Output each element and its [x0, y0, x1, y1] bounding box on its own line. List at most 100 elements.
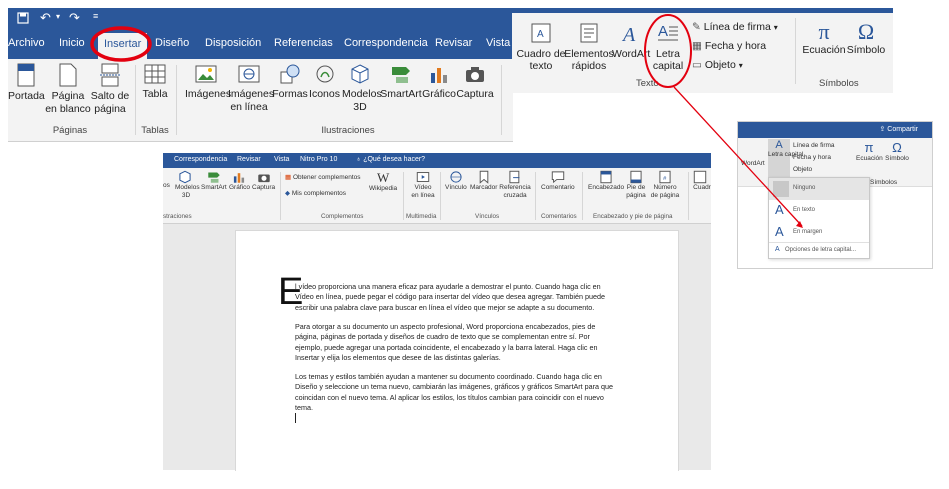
portada-button[interactable]: Portada — [8, 63, 45, 103]
menu-item-label: Ninguno — [793, 185, 816, 191]
linea-de-firma-label[interactable]: Línea de firma — [793, 142, 835, 149]
undo-icon[interactable]: ↶ — [40, 10, 51, 26]
salto-de-pagina-button[interactable]: Salto de página — [90, 63, 130, 116]
captura-button[interactable]: Captura — [456, 63, 494, 101]
modelos-3d-button[interactable]: Modelos 3D — [175, 170, 200, 200]
formas-button-partial[interactable]: os — [163, 182, 170, 190]
tab-vista[interactable]: Vista — [274, 156, 289, 163]
svg-text:A: A — [658, 23, 668, 40]
mis-complementos-button[interactable]: ◆ Mis complementos — [285, 190, 346, 198]
comentario-button[interactable]: Comentario — [541, 170, 575, 192]
grafico-button[interactable]: Gráfico — [229, 170, 250, 192]
tabla-button[interactable]: Tabla — [139, 63, 171, 101]
numero-de-pagina-button[interactable]: # Número de página — [650, 170, 680, 200]
imagenes-en-linea-button[interactable]: Imágenes en línea — [228, 63, 274, 114]
imagenes-button[interactable]: Imágenes — [185, 63, 231, 101]
tab-insertar[interactable]: Insertar — [98, 33, 148, 59]
linea-de-firma-label: Línea de firma — [703, 21, 771, 33]
ribbon-body: os Modelos 3D SmartArt Gráfico Captura s… — [163, 168, 711, 224]
encabezado-label: Encabezado — [588, 184, 625, 191]
referencia-cruzada-button[interactable]: Referencia cruzada — [499, 170, 531, 200]
letra-capital-button[interactable]: A Letra capital — [768, 139, 803, 179]
tab-vista[interactable]: Vista — [486, 37, 510, 49]
fecha-y-hora-button[interactable]: ▦ Fecha y hora — [692, 40, 766, 52]
menu-item-en-texto[interactable]: A En texto — [769, 200, 869, 222]
cuadro-de-texto-button[interactable]: A Cuadro de texto — [516, 22, 566, 72]
menu-item-opciones[interactable]: A Opciones de letra capital... — [769, 242, 869, 259]
elementos-rapidos-label: Elementos rápidos — [564, 48, 614, 72]
imagenes-en-linea-label: Imágenes en línea — [228, 88, 275, 113]
letra-capital-button[interactable]: A Letra capital — [648, 22, 688, 72]
pagina-en-blanco-button[interactable]: Página en blanco — [45, 63, 91, 116]
menu-item-ninguno[interactable]: Ninguno — [769, 178, 869, 200]
tab-inicio[interactable]: Inicio — [59, 37, 85, 49]
marcador-button[interactable]: Marcador — [470, 170, 497, 192]
ribbon-tabs: Correspondencia Revisar Vista Nitro Pro … — [163, 153, 711, 168]
tab-revisar[interactable]: Revisar — [237, 156, 261, 163]
elementos-rapidos-button[interactable]: Elementos rápidos — [564, 22, 614, 72]
captura-button[interactable]: Captura — [252, 170, 275, 192]
tab-correspondencia[interactable]: Correspondencia — [344, 37, 428, 49]
video-en-linea-button[interactable]: Vídeo en línea — [410, 170, 436, 200]
objeto-button[interactable]: ▭ Objeto ▾ — [692, 59, 743, 71]
simbolo-button[interactable]: Ω Símbolo — [884, 140, 910, 162]
tell-me-label: ¿Qué desea hacer? — [363, 156, 426, 163]
calendar-icon: ▦ — [692, 40, 702, 52]
modelos-3d-button[interactable]: Modelos 3D — [342, 63, 382, 114]
encabezado-button[interactable]: Encabezado — [588, 170, 624, 192]
smartart-button[interactable]: SmartArt — [201, 170, 227, 192]
vinculo-button[interactable]: Vínculo — [445, 170, 467, 192]
objeto-label[interactable]: Objeto — [793, 166, 812, 173]
grafico-button[interactable]: Gráfico — [422, 63, 456, 101]
pie-de-pagina-button[interactable]: Pie de página — [625, 170, 647, 200]
iconos-button[interactable]: Iconos — [308, 63, 341, 101]
tab-referencias[interactable]: Referencias — [274, 37, 333, 49]
header-icon — [600, 170, 612, 184]
ribbon-strip — [512, 8, 893, 13]
insert-ribbon-panel: ↶ ▾ ↷ ≡ Archivo Inicio Insertar Diseño D… — [8, 8, 513, 142]
camera-icon — [466, 67, 484, 82]
smartart-button[interactable]: SmartArt — [380, 63, 422, 101]
tab-diseno[interactable]: Diseño — [155, 37, 189, 49]
formas-button[interactable]: Formas — [272, 63, 308, 101]
wordart-label[interactable]: WordArt — [741, 160, 765, 167]
ecuacion-button[interactable]: π Ecuación — [802, 20, 846, 57]
smartart-icon — [208, 172, 220, 183]
tab-disposicion[interactable]: Disposición — [205, 37, 261, 49]
tab-correspondencia[interactable]: Correspondencia — [174, 156, 227, 163]
document-page[interactable]: E l vídeo proporciona una manera eficaz … — [235, 230, 679, 471]
imagenes-label: Imágenes — [185, 88, 232, 100]
menu-item-label: Opciones de letra capital... — [785, 247, 857, 253]
wordart-icon: A — [621, 24, 636, 44]
signature-line-icon: ✎ — [692, 21, 701, 33]
linea-de-firma-button[interactable]: ✎ Línea de firma ▾ — [692, 21, 778, 33]
obtener-complementos-button[interactable]: ▦ Obtener complementos — [285, 174, 361, 182]
undo-dropdown-icon[interactable]: ▾ — [56, 12, 60, 21]
simbolo-button[interactable]: Ω Símbolo — [846, 20, 886, 57]
share-label: Compartir — [887, 126, 918, 133]
ecuacion-button[interactable]: π Ecuación — [856, 140, 883, 162]
separator — [280, 172, 281, 220]
wikipedia-button[interactable]: W Wikipedia — [369, 170, 397, 193]
icons-icon — [316, 65, 333, 83]
customize-toolbar-icon[interactable]: ≡ — [93, 11, 98, 21]
group-paginas: Páginas — [52, 125, 88, 136]
save-icon[interactable] — [17, 12, 29, 27]
group-texto: Texto — [636, 78, 659, 89]
tab-nitro[interactable]: Nitro Pro 10 — [300, 156, 337, 163]
shapes-icon — [280, 64, 300, 84]
group-multimedia: Multimedia — [406, 213, 437, 220]
captura-label: Captura — [456, 88, 494, 100]
wordart-button[interactable]: A WordArt — [612, 22, 650, 60]
tab-archivo[interactable]: Archivo — [8, 37, 45, 49]
tell-me-search[interactable]: ♁ ¿Qué desea hacer? — [356, 156, 425, 163]
ecuacion-label: Ecuación — [856, 155, 883, 162]
menu-item-en-margen[interactable]: A En margen — [769, 222, 869, 244]
share-button[interactable]: ⇪ Compartir — [879, 125, 918, 133]
omega-icon: Ω — [892, 140, 902, 155]
tab-revisar[interactable]: Revisar — [435, 37, 472, 49]
fecha-y-hora-label[interactable]: Fecha y hora — [793, 154, 831, 161]
separator — [688, 172, 689, 220]
cuadro-de-texto-button-partial[interactable]: Cuadr — [693, 170, 711, 192]
redo-icon[interactable]: ↷ — [69, 10, 80, 26]
